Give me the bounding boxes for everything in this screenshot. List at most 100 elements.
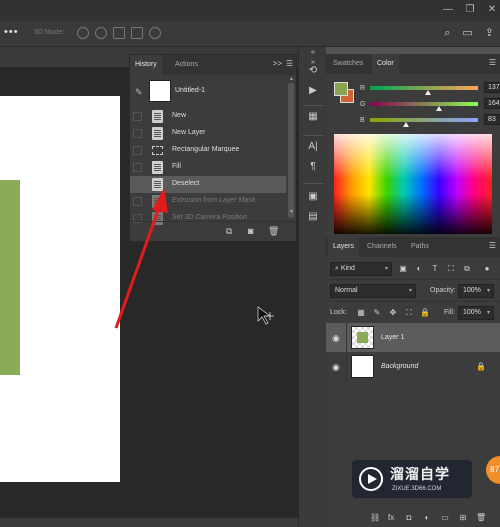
- drag-3d-icon[interactable]: [113, 27, 125, 39]
- history-source-checkbox[interactable]: [133, 146, 142, 155]
- fx-icon[interactable]: fx: [386, 513, 396, 523]
- channel-value-field[interactable]: 164: [484, 98, 500, 109]
- history-source-checkbox[interactable]: [133, 112, 142, 121]
- history-source-checkbox[interactable]: [133, 129, 142, 138]
- history-item[interactable]: Rectangular Marquee: [130, 142, 286, 159]
- roll-3d-icon[interactable]: [95, 27, 107, 39]
- filter-adjustment-icon[interactable]: ◐: [414, 264, 424, 274]
- layer-name[interactable]: Layer 1: [381, 334, 404, 341]
- slider-knob[interactable]: [402, 122, 409, 127]
- properties-icon[interactable]: ▣: [305, 191, 321, 207]
- link-layers-icon[interactable]: ⛓: [370, 513, 380, 523]
- history-source-checkbox[interactable]: [133, 197, 142, 206]
- filter-type-icon[interactable]: T: [430, 264, 440, 274]
- slider-knob[interactable]: [436, 106, 443, 111]
- history-brush-icon[interactable]: ✎: [135, 87, 143, 98]
- filter-kind-dropdown[interactable]: ⌕ Kind ▾: [330, 262, 392, 276]
- channel-label: R: [360, 85, 366, 92]
- trash-icon[interactable]: 🗑: [268, 226, 279, 237]
- slide-3d-icon[interactable]: [131, 27, 143, 39]
- layer-row-background[interactable]: ◉ Background 🔒: [326, 352, 500, 381]
- filter-smart-object-icon[interactable]: ⧉: [462, 264, 472, 274]
- lock-transparent-icon[interactable]: ▦: [356, 308, 366, 318]
- eye-icon[interactable]: ◉: [332, 333, 340, 344]
- panel-menu-icon[interactable]: ☰: [489, 58, 496, 67]
- panel-menu-icon[interactable]: ☰: [489, 241, 496, 250]
- lock-image-icon[interactable]: ✎: [372, 308, 382, 318]
- search-icon[interactable]: ⌕: [444, 27, 450, 40]
- history-scrollbar[interactable]: [288, 83, 294, 218]
- blend-mode-value: Normal: [335, 287, 358, 294]
- filter-toggle[interactable]: ●: [482, 264, 492, 274]
- workspace-icon[interactable]: ▭: [462, 26, 472, 39]
- lock-position-icon[interactable]: ✥: [388, 308, 398, 318]
- fill-value: 100%: [463, 309, 481, 316]
- color-spectrum[interactable]: [334, 134, 492, 234]
- new-layer-icon[interactable]: ⊞: [458, 513, 468, 523]
- orbit-3d-icon[interactable]: [77, 27, 89, 39]
- adjustment-layer-icon[interactable]: ◐: [422, 513, 432, 523]
- play-icon[interactable]: ▶: [305, 85, 321, 101]
- history-source-checkbox[interactable]: [133, 163, 142, 172]
- character-icon[interactable]: A|: [305, 141, 321, 157]
- paragraph-icon[interactable]: ¶: [305, 161, 321, 177]
- tab-actions[interactable]: Actions: [170, 55, 203, 75]
- layer-row-layer-1[interactable]: ◉ Layer 1: [326, 323, 500, 352]
- channel-slider[interactable]: [370, 118, 478, 122]
- tab-channels[interactable]: Channels: [362, 237, 402, 257]
- layer-name[interactable]: Background: [381, 363, 418, 370]
- tab-paths[interactable]: Paths: [406, 237, 434, 257]
- scroll-down-icon[interactable]: ▼: [289, 209, 294, 215]
- adjustments-icon[interactable]: ▦: [305, 111, 321, 127]
- camera-icon[interactable]: ◙: [248, 226, 253, 236]
- history-item[interactable]: Fill: [130, 159, 286, 176]
- history-item[interactable]: New Layer: [130, 125, 286, 142]
- tab-swatches[interactable]: Swatches: [328, 54, 368, 74]
- channel-label: B: [360, 117, 365, 124]
- panel-menu-icon[interactable]: ☰: [286, 59, 293, 68]
- channel-value-field[interactable]: 83: [484, 114, 500, 125]
- restore-button[interactable]: ❐: [462, 1, 478, 17]
- share-icon[interactable]: ⇪: [485, 26, 494, 39]
- mask-icon[interactable]: ◘: [404, 513, 414, 523]
- eye-icon[interactable]: ◉: [332, 362, 340, 373]
- watermark: 溜溜自学 ZIXUE.3D66.COM: [352, 460, 472, 498]
- more-options-button[interactable]: •••: [4, 26, 19, 38]
- lock-all-icon[interactable]: 🔒: [420, 308, 430, 318]
- lock-artboard-icon[interactable]: ⛶: [404, 308, 414, 318]
- libraries-icon[interactable]: ▤: [305, 211, 321, 227]
- watermark-title: 溜溜自学: [390, 466, 450, 482]
- opacity-field[interactable]: 100% ▾: [458, 284, 494, 298]
- scale-3d-icon[interactable]: [149, 27, 161, 39]
- history-item[interactable]: Deselect: [130, 176, 286, 193]
- tab-layers[interactable]: Layers: [328, 237, 360, 257]
- divider: [346, 323, 347, 352]
- tab-color[interactable]: Color: [372, 54, 399, 74]
- tab-history[interactable]: History: [130, 55, 162, 75]
- channel-value-field[interactable]: 137: [484, 82, 500, 93]
- history-icon[interactable]: ⟲: [305, 65, 321, 81]
- new-document-from-state-icon[interactable]: ⧉: [226, 226, 232, 237]
- close-button[interactable]: ✕: [484, 1, 500, 17]
- snapshot-thumbnail: [149, 80, 171, 102]
- history-item[interactable]: Extrusion from Layer Mask: [130, 193, 286, 210]
- document-icon: [152, 127, 163, 140]
- channel-slider[interactable]: [370, 86, 478, 90]
- history-item[interactable]: New: [130, 108, 286, 125]
- scroll-up-icon[interactable]: ▲: [289, 76, 294, 82]
- slider-knob[interactable]: [425, 90, 432, 95]
- history-snapshot[interactable]: ✎ Untitled-1: [130, 75, 286, 107]
- group-icon[interactable]: ▭: [440, 513, 450, 523]
- channel-slider[interactable]: [370, 102, 478, 106]
- collapse-icon[interactable]: >>: [273, 59, 282, 68]
- minimize-button[interactable]: —: [440, 1, 456, 17]
- filter-shape-icon[interactable]: ⛶: [446, 264, 456, 274]
- foreground-color-swatch[interactable]: [334, 82, 348, 96]
- history-source-checkbox[interactable]: [133, 180, 142, 189]
- divider: [346, 352, 347, 381]
- filter-pixel-icon[interactable]: ▣: [398, 264, 408, 274]
- blend-mode-dropdown[interactable]: Normal ▾: [330, 284, 416, 298]
- document-icon: [152, 161, 163, 174]
- trash-icon[interactable]: 🗑: [476, 513, 486, 523]
- fill-field[interactable]: 100% ▾: [458, 306, 494, 320]
